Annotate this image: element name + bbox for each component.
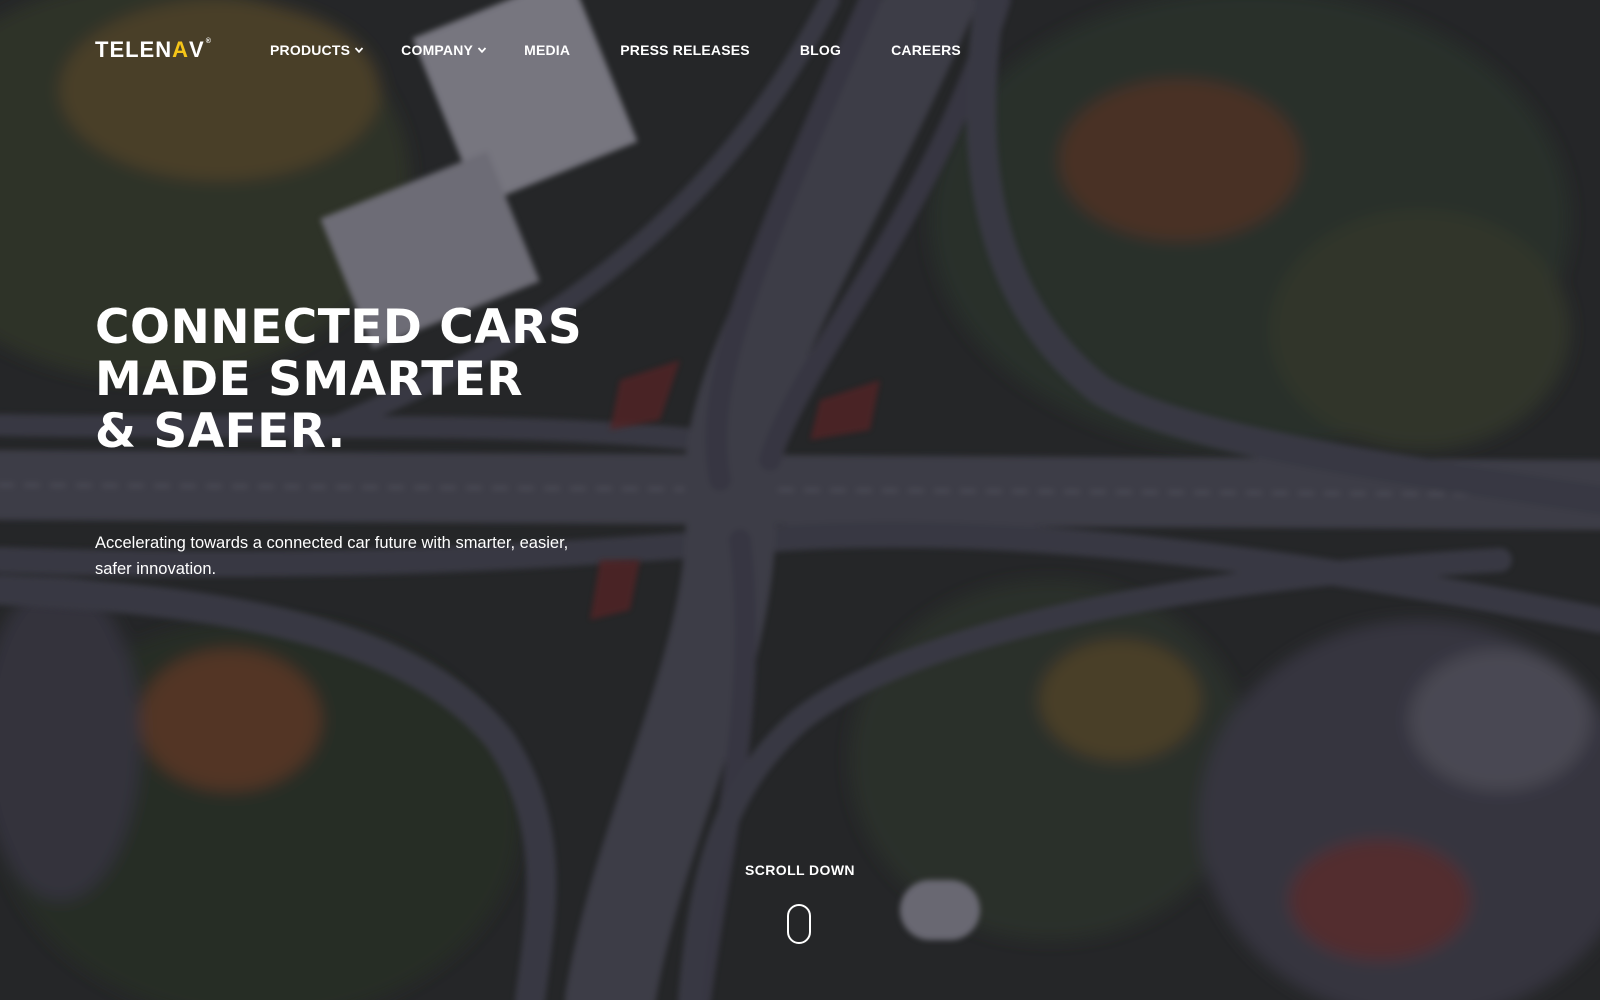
logo-text-accent: A xyxy=(172,37,190,62)
nav-item-careers[interactable]: CAREERS xyxy=(891,42,961,58)
nav-item-label: COMPANY xyxy=(401,42,474,58)
chevron-down-icon xyxy=(355,47,364,54)
nav-item-press-releases[interactable]: PRESS RELEASES xyxy=(620,42,750,58)
hero-headline: CONNECTED CARS MADE SMARTER & SAFER. xyxy=(95,302,795,458)
nav-item-label: MEDIA xyxy=(524,42,571,58)
nav-item-blog[interactable]: BLOG xyxy=(800,42,841,58)
nav-item-products[interactable]: PRODUCTS xyxy=(270,42,364,58)
nav-item-label: PRESS RELEASES xyxy=(620,42,750,58)
telenav-logo[interactable]: TELEN A V ® xyxy=(95,37,212,63)
logo-trademark: ® xyxy=(205,38,212,45)
nav-item-label: BLOG xyxy=(799,42,842,58)
mouse-icon[interactable] xyxy=(787,904,811,944)
nav-menu: PRODUCTS COMPANY MEDIA PRESS RELEASES BL… xyxy=(270,38,1011,62)
logo-text-part2: V xyxy=(189,37,205,62)
chevron-down-icon xyxy=(477,47,487,54)
headline-line-3: & SAFER. xyxy=(95,404,346,459)
nav-item-label: PRODUCTS xyxy=(270,42,351,58)
headline-line-1: CONNECTED CARS xyxy=(95,300,583,355)
top-navigation: TELEN A V ® PRODUCTS COMPANY MEDIA PRESS RE… xyxy=(0,0,1600,100)
hero-subcopy: Accelerating towards a connected car fut… xyxy=(95,534,569,578)
nav-item-company[interactable]: COMPANY xyxy=(401,42,487,58)
logo-text-part1: TELEN xyxy=(95,37,173,62)
nav-item-media[interactable]: MEDIA xyxy=(524,42,570,58)
hero-section: TELEN A V ® PRODUCTS COMPANY MEDIA PRESS RE… xyxy=(0,0,1600,1000)
scroll-down-label[interactable]: SCROLL DOWN xyxy=(700,862,900,878)
nav-item-label: CAREERS xyxy=(891,42,961,58)
hero-overlay xyxy=(0,0,1600,1000)
headline-line-2: MADE SMARTER xyxy=(95,352,524,407)
